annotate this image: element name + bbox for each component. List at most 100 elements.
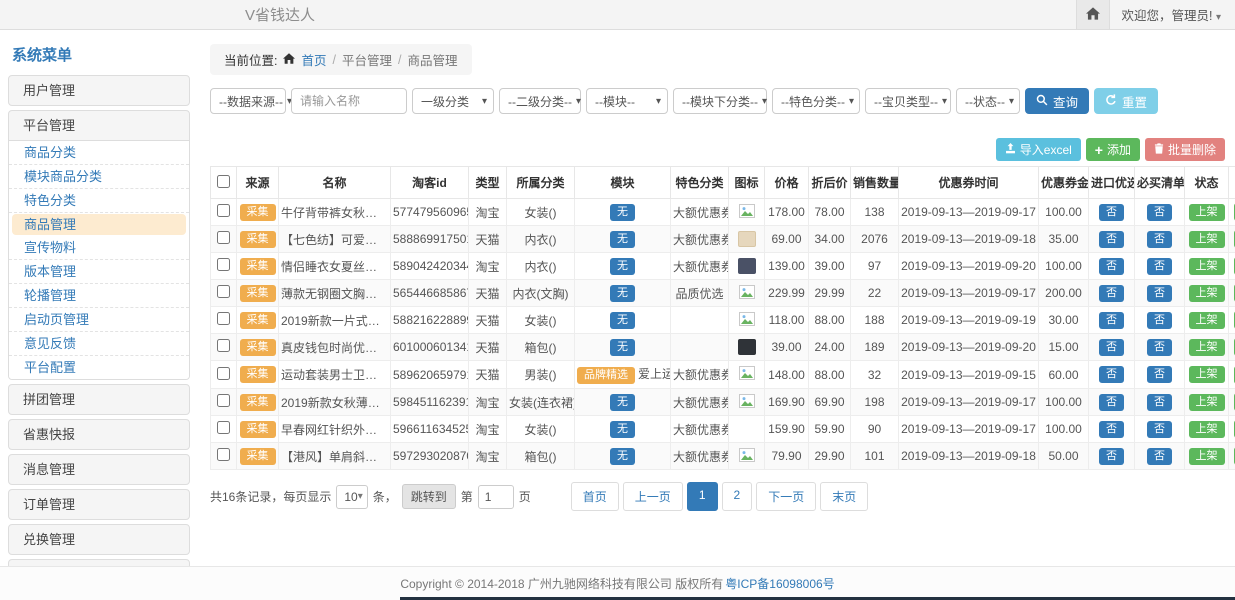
sidebar-group-users[interactable]: 用户管理 (9, 76, 189, 105)
row-checkbox[interactable] (217, 312, 230, 325)
import-excel-button[interactable]: 导入excel (996, 138, 1081, 161)
filter-data-source-select[interactable]: --数据来源-- ▾ (210, 88, 286, 114)
row-checkbox[interactable] (217, 231, 230, 244)
filter-module-select[interactable]: --模块-- ▾ (586, 88, 668, 114)
product-type: 淘宝 (469, 443, 507, 470)
sidebar-item-启动页管理[interactable]: 启动页管理 (9, 308, 189, 332)
imported-toggle[interactable]: 否 (1099, 448, 1124, 465)
page-button-下一页[interactable]: 下一页 (756, 482, 816, 511)
must-buy-toggle[interactable]: 否 (1147, 339, 1172, 356)
add-label: 添加 (1107, 141, 1131, 158)
page-button-1[interactable]: 1 (687, 482, 718, 511)
status-badge[interactable]: 上架 (1189, 448, 1225, 465)
must-buy-toggle[interactable]: 否 (1147, 204, 1172, 221)
sidebar-item-意见反馈[interactable]: 意见反馈 (9, 332, 189, 356)
coupon-amount: 35.00 (1039, 226, 1089, 253)
page-button-首页[interactable]: 首页 (571, 482, 619, 511)
coupon-amount: 100.00 (1039, 199, 1089, 226)
coupon-amount: 100.00 (1039, 416, 1089, 443)
row-checkbox[interactable] (217, 204, 230, 217)
row-checkbox[interactable] (217, 339, 230, 352)
status-badge[interactable]: 上架 (1189, 204, 1225, 221)
filter-level2-select[interactable]: --二级分类-- ▾ (499, 88, 581, 114)
col-icon: 图标 (729, 167, 765, 199)
must-buy-toggle[interactable]: 否 (1147, 448, 1172, 465)
sidebar-bottom-groups: 拼团管理省惠快报消息管理订单管理兑换管理 (8, 384, 190, 555)
select-value: --状态-- (965, 93, 1005, 110)
imported-toggle[interactable]: 否 (1099, 258, 1124, 275)
page-button-2[interactable]: 2 (722, 482, 753, 511)
sidebar-item-模块商品分类[interactable]: 模块商品分类 (9, 165, 189, 189)
imported-toggle[interactable]: 否 (1099, 394, 1124, 411)
image-placeholder-icon (739, 315, 755, 329)
sidebar-group-兑换管理[interactable]: 兑换管理 (9, 525, 189, 554)
must-buy-toggle[interactable]: 否 (1147, 231, 1172, 248)
price: 169.90 (765, 389, 809, 416)
status-badge[interactable]: 上架 (1189, 231, 1225, 248)
row-checkbox[interactable] (217, 367, 230, 380)
filter-module-sub-select[interactable]: --模块下分类-- ▾ (673, 88, 767, 114)
icp-link[interactable]: 粤ICP备16098006号 (725, 575, 834, 592)
sidebar-item-商品管理[interactable]: 商品管理 (12, 214, 186, 235)
imported-toggle[interactable]: 否 (1099, 421, 1124, 438)
filter-status-select[interactable]: --状态-- ▾ (956, 88, 1020, 114)
imported-toggle[interactable]: 否 (1099, 312, 1124, 329)
imported-toggle[interactable]: 否 (1099, 366, 1124, 383)
imported-toggle[interactable]: 否 (1099, 231, 1124, 248)
filter-level1-select[interactable]: 一级分类 ▾ (412, 88, 494, 114)
sidebar-item-特色分类[interactable]: 特色分类 (9, 189, 189, 213)
page-button-上一页[interactable]: 上一页 (623, 482, 683, 511)
breadcrumb-home-link[interactable]: 首页 (301, 50, 326, 69)
must-buy-toggle[interactable]: 否 (1147, 394, 1172, 411)
row-checkbox[interactable] (217, 421, 230, 434)
page-number-input[interactable] (478, 485, 514, 509)
product-type: 天猫 (469, 307, 507, 334)
must-buy-toggle[interactable]: 否 (1147, 312, 1172, 329)
status-badge[interactable]: 上架 (1189, 258, 1225, 275)
feature-category: 大额优惠券 (671, 416, 729, 443)
sidebar-group-订单管理[interactable]: 订单管理 (9, 490, 189, 519)
per-page-select[interactable]: 10 ▾ (336, 485, 367, 509)
sidebar-group-拼团管理[interactable]: 拼团管理 (9, 385, 189, 414)
imported-toggle[interactable]: 否 (1099, 285, 1124, 302)
sidebar-title: 系统菜单 (12, 44, 190, 65)
batch-delete-button[interactable]: 批量删除 (1145, 138, 1225, 161)
sidebar-group-platform[interactable]: 平台管理 (9, 111, 189, 140)
imported-toggle[interactable]: 否 (1099, 204, 1124, 221)
sidebar-item-商品分类[interactable]: 商品分类 (9, 141, 189, 165)
status-badge[interactable]: 上架 (1189, 339, 1225, 356)
status-badge[interactable]: 上架 (1189, 285, 1225, 302)
add-button[interactable]: + 添加 (1086, 138, 1140, 161)
status-badge[interactable]: 上架 (1189, 394, 1225, 411)
row-checkbox[interactable] (217, 394, 230, 407)
sidebar-group-省惠快报[interactable]: 省惠快报 (9, 420, 189, 449)
filter-goods-type-select[interactable]: --宝贝类型-- ▾ (865, 88, 951, 114)
status-badge[interactable]: 上架 (1189, 421, 1225, 438)
row-checkbox[interactable] (217, 258, 230, 271)
taoke-id: 596611634525 (391, 416, 469, 443)
sidebar-item-宣传物料[interactable]: 宣传物料 (9, 236, 189, 260)
status-badge[interactable]: 上架 (1189, 312, 1225, 329)
name-search-input[interactable] (291, 88, 407, 114)
sidebar-item-轮播管理[interactable]: 轮播管理 (9, 284, 189, 308)
imported-toggle[interactable]: 否 (1099, 339, 1124, 356)
sidebar-item-平台配置[interactable]: 平台配置 (9, 356, 189, 379)
filter-feature-select[interactable]: --特色分类-- ▾ (772, 88, 860, 114)
sidebar-item-版本管理[interactable]: 版本管理 (9, 260, 189, 284)
jump-button[interactable]: 跳转到 (402, 484, 456, 509)
must-buy-toggle[interactable]: 否 (1147, 366, 1172, 383)
feature-category: 大额优惠券 (671, 253, 729, 280)
search-button[interactable]: 查询 (1025, 88, 1089, 114)
page-button-末页[interactable]: 末页 (820, 482, 868, 511)
must-buy-toggle[interactable]: 否 (1147, 258, 1172, 275)
select-all-checkbox[interactable] (217, 175, 230, 188)
row-checkbox[interactable] (217, 285, 230, 298)
user-menu[interactable]: 欢迎您，管理员! ▾ (1122, 5, 1222, 24)
sidebar-group-消息管理[interactable]: 消息管理 (9, 455, 189, 484)
must-buy-toggle[interactable]: 否 (1147, 285, 1172, 302)
status-badge[interactable]: 上架 (1189, 366, 1225, 383)
home-button[interactable] (1076, 0, 1110, 29)
row-checkbox[interactable] (217, 448, 230, 461)
reset-button[interactable]: 重置 (1094, 88, 1158, 114)
must-buy-toggle[interactable]: 否 (1147, 421, 1172, 438)
